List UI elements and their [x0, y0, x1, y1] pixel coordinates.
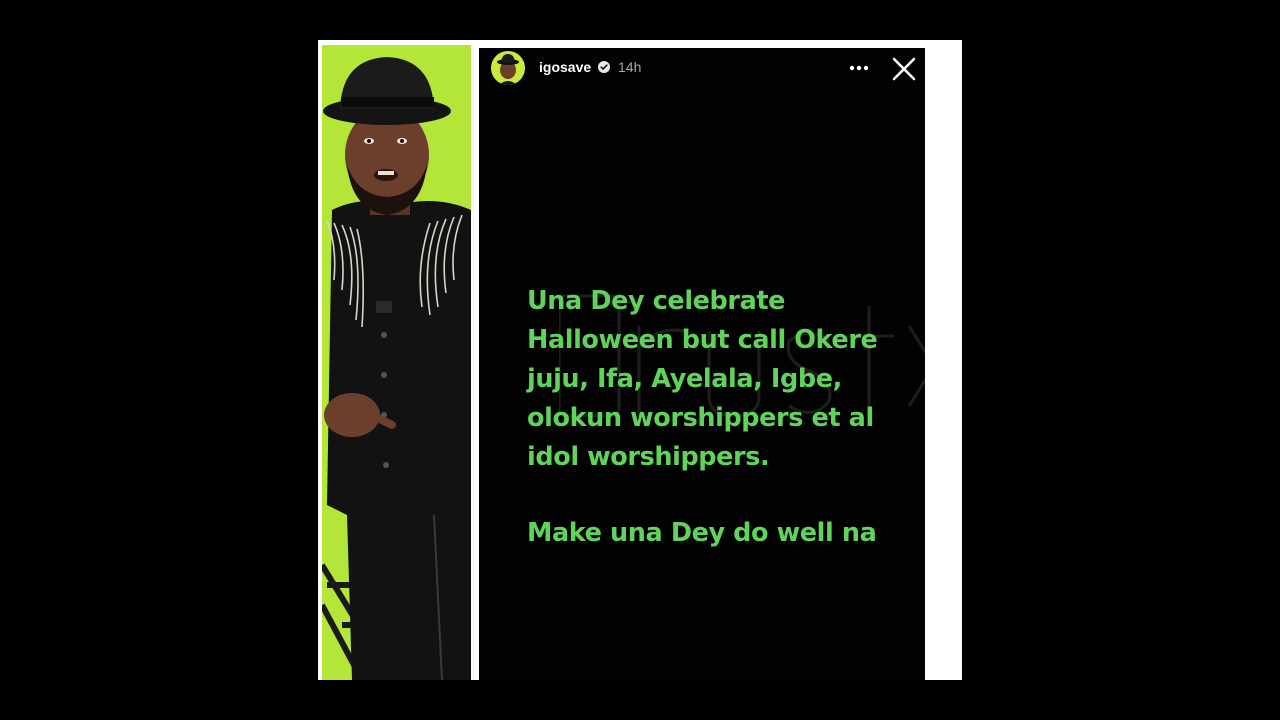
verified-badge-icon	[598, 61, 610, 73]
story-username[interactable]: igosave	[539, 59, 591, 75]
screenshot-frame: igosave 14h Una Dey celebrate Halloween …	[318, 40, 962, 680]
profile-avatar[interactable]	[491, 51, 525, 85]
close-button[interactable]	[889, 54, 919, 84]
more-options-icon	[849, 65, 869, 71]
more-options-button[interactable]	[845, 54, 873, 82]
person-photo	[322, 45, 471, 680]
story-caption-text: Una Dey celebrate Halloween but call Oke…	[527, 286, 878, 472]
person-illustration	[322, 45, 471, 680]
avatar-icon	[491, 51, 525, 85]
close-icon	[892, 57, 916, 81]
story-header: igosave 14h	[479, 48, 925, 92]
story-closing-text: Make una Dey do well na	[527, 518, 877, 548]
instagram-story[interactable]: igosave 14h Una Dey celebrate Halloween …	[479, 48, 925, 680]
story-timestamp: 14h	[618, 59, 642, 75]
